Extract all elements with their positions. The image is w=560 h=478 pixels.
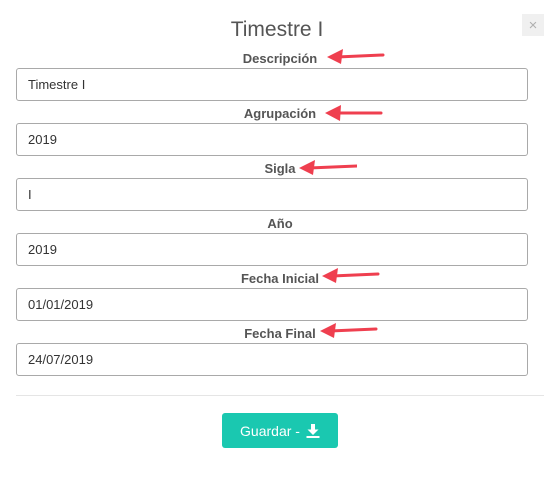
footer-divider (16, 395, 544, 396)
year-input[interactable] (16, 233, 528, 266)
download-icon (306, 423, 320, 438)
description-input[interactable] (16, 68, 528, 101)
acronym-input[interactable] (16, 178, 528, 211)
start-date-input[interactable] (16, 288, 528, 321)
close-button[interactable]: × (522, 14, 544, 36)
description-label: Descripción (242, 51, 318, 66)
save-button-label: Guardar - (240, 422, 300, 439)
grouping-label: Agrupación (243, 106, 317, 121)
modal-title: Timestre I (230, 18, 324, 41)
annotation-arrow-icon (299, 160, 357, 175)
close-icon: × (528, 16, 538, 34)
annotation-arrow-icon (327, 49, 385, 64)
end-date-input[interactable] (16, 343, 528, 376)
grouping-input[interactable] (16, 123, 528, 156)
modal-dialog: Timestre I × Descripción Agrupación Sigl… (0, 0, 560, 478)
annotation-arrow-icon (322, 268, 380, 283)
annotation-arrow-icon (320, 323, 378, 338)
year-label: Año (267, 216, 293, 231)
acronym-label: Sigla (264, 161, 296, 176)
annotation-arrow-icon (325, 105, 383, 121)
start-date-label: Fecha Inicial (240, 271, 320, 286)
save-button[interactable]: Guardar - (222, 413, 338, 448)
end-date-label: Fecha Final (244, 326, 316, 341)
